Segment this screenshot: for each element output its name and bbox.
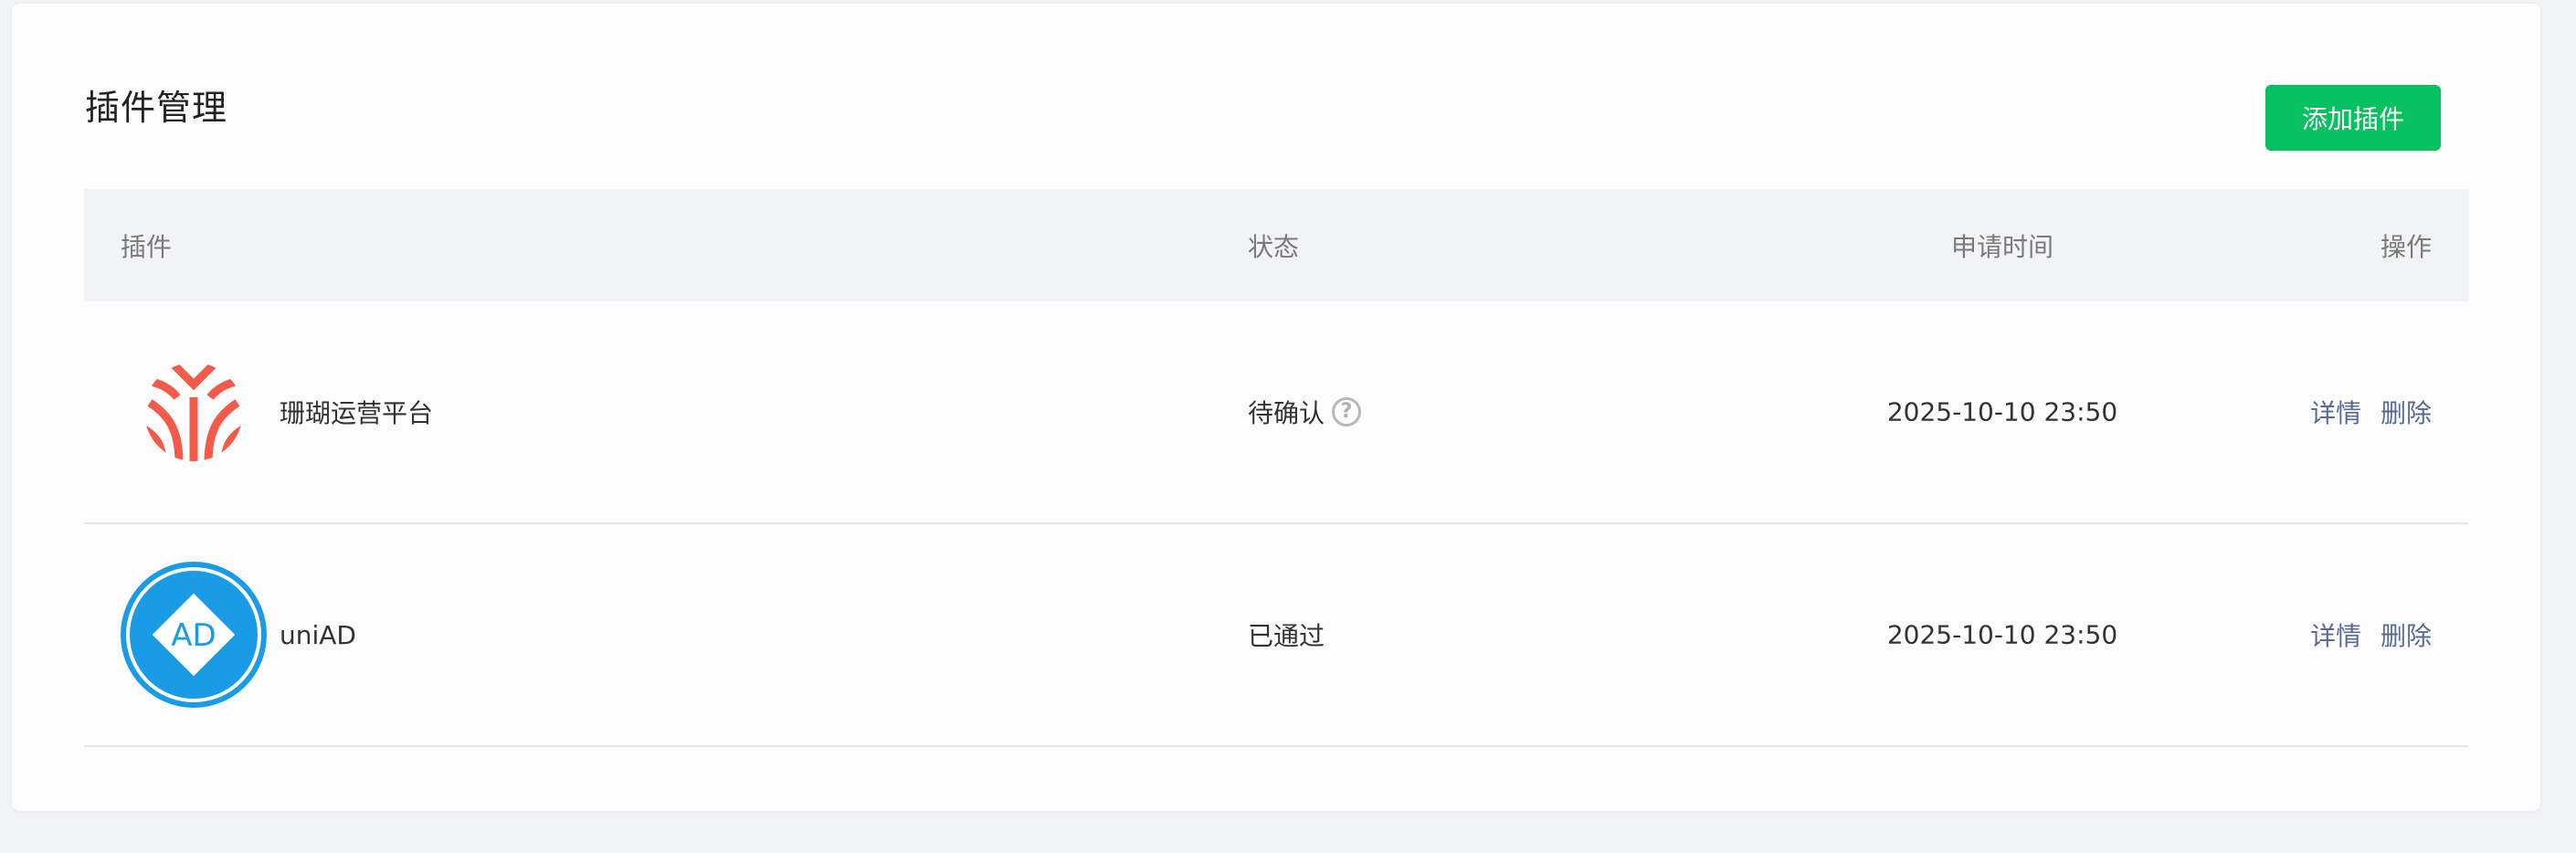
plugin-management-card: 插件管理 添加插件 插件 状态 申请时间 操作 珊瑚运营平台 待确认 ? 202… [12, 4, 2540, 811]
detail-link[interactable]: 详情 [2310, 621, 2361, 651]
add-plugin-button[interactable]: 添加插件 [2265, 85, 2441, 151]
question-circle-icon[interactable]: ? [1332, 397, 1362, 426]
status-cell: 待确认 ? [1248, 394, 1362, 430]
table-row: AD uniAD 已通过 2025-10-10 23:50 详情 删除 [84, 524, 2468, 747]
header-actions: 操作 [2380, 231, 2432, 262]
plugin-cell: 珊瑚运营平台 [121, 339, 433, 485]
apply-time: 2025-10-10 23:50 [1886, 619, 2118, 650]
actions-cell: 详情 删除 [2299, 394, 2432, 430]
delete-link[interactable]: 删除 [2381, 621, 2432, 651]
table-row: 珊瑚运营平台 待确认 ? 2025-10-10 23:50 详情 删除 [84, 301, 2468, 524]
header-plugin: 插件 [121, 231, 173, 262]
apply-time: 2025-10-10 23:50 [1886, 396, 2118, 427]
status-cell: 已通过 [1248, 616, 1325, 653]
status-text: 待确认 [1248, 398, 1325, 428]
header-status: 状态 [1248, 231, 1300, 262]
actions-cell: 详情 删除 [2299, 616, 2432, 653]
page-title: 插件管理 [85, 88, 228, 128]
header-time: 申请时间 [1950, 231, 2053, 262]
plugin-table: 插件 状态 申请时间 操作 珊瑚运营平台 待确认 ? 2025-10-10 23… [84, 189, 2468, 747]
table-header: 插件 状态 申请时间 操作 [84, 189, 2468, 301]
detail-link[interactable]: 详情 [2310, 398, 2361, 428]
coral-logo-icon [121, 339, 267, 485]
status-text: 已通过 [1248, 621, 1325, 651]
delete-link[interactable]: 删除 [2381, 398, 2432, 428]
uniad-logo-icon: AD [121, 562, 267, 708]
uniad-logo-text: AD [171, 617, 216, 654]
plugin-name: 珊瑚运营平台 [280, 398, 434, 428]
plugin-cell: AD uniAD [121, 562, 356, 708]
plugin-name: uniAD [280, 619, 356, 650]
